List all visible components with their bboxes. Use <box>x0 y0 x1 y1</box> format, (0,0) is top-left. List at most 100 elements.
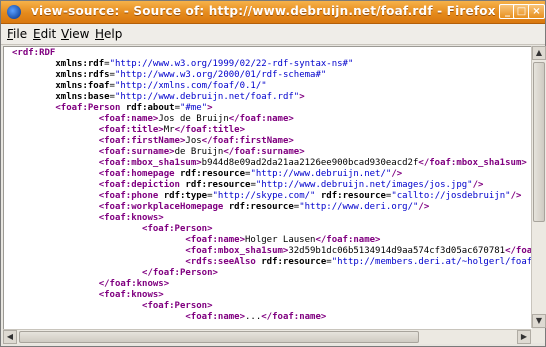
horizontal-scroll-thumb[interactable] <box>19 331 419 343</box>
menu-edit-accesskey: E <box>33 27 41 41</box>
source-token: 32d59b1dc06b5134914d9aa574cf3d05ac670781 <box>288 246 506 256</box>
source-token: rdf:resource <box>228 202 294 212</box>
horizontal-scrollbar[interactable]: ◀ ▶ <box>3 329 531 344</box>
source-token: <foaf:knows> <box>98 213 164 223</box>
source-token <box>12 81 55 91</box>
source-token: "http://www.w3.org/1999/02/22-rdf-syntax… <box>109 59 354 69</box>
source-token: > <box>207 103 213 113</box>
menu-view-accesskey: V <box>61 27 69 41</box>
source-token <box>12 180 99 190</box>
source-token: <foaf:firstName> <box>98 136 186 146</box>
menu-edit-label: dit <box>40 27 57 41</box>
source-line: <foaf:workplaceHomepage rdf:resource="ht… <box>12 202 532 213</box>
source-line: <foaf:depiction rdf:resource="http://www… <box>12 180 532 191</box>
source-line: <foaf:homepage rdf:resource="http://www.… <box>12 169 532 180</box>
scroll-corner <box>531 329 545 343</box>
source-token <box>12 268 142 278</box>
source-token: "http://www.deri.org/" <box>299 202 419 212</box>
source-token <box>12 257 185 267</box>
source-line: <foaf:name>...</foaf:name> <box>12 312 532 323</box>
source-token: Holger Lausen <box>245 235 316 245</box>
source-token: </foaf:mbox_sha1sum> <box>505 246 532 256</box>
source-token <box>12 290 99 300</box>
source-token: "http://members.deri.at/~holgerl/foaf.rd… <box>331 257 532 267</box>
source-line: </foaf:Person> <box>12 268 532 279</box>
source-token: </foaf:name> <box>261 312 327 322</box>
source-token: <foaf:name> <box>185 235 245 245</box>
source-token: b944d8e09ad2da21aa2126ee900bcad930eacd2f <box>201 158 419 168</box>
source-token <box>12 224 142 234</box>
menu-file-label: ile <box>13 27 28 41</box>
source-token <box>12 114 99 124</box>
source-token: xmlns:foaf <box>55 81 110 91</box>
source-token: "http://skype.com/" <box>212 191 316 201</box>
source-token: <rdf:RDF <box>12 48 56 58</box>
source-token <box>12 103 55 113</box>
source-token <box>12 59 55 69</box>
vertical-scrollbar[interactable]: ▲ ▼ <box>531 46 546 328</box>
source-token <box>12 125 99 135</box>
source-token: </foaf:name> <box>228 114 294 124</box>
source-token: <foaf:knows> <box>98 290 164 300</box>
vertical-scroll-thumb[interactable] <box>533 62 545 222</box>
scroll-down-icon[interactable]: ▼ <box>532 314 546 328</box>
source-line: xmlns:rdf="http://www.w3.org/1999/02/22-… <box>12 59 532 70</box>
source-token: </foaf:knows> <box>98 279 170 289</box>
scroll-left-icon[interactable]: ◀ <box>3 330 17 344</box>
source-token <box>12 301 142 311</box>
menu-bar: File Edit View Help <box>1 24 545 45</box>
source-token <box>12 202 99 212</box>
source-view[interactable]: <rdf:RDF xmlns:rdf="http://www.w3.org/19… <box>3 46 532 329</box>
source-token <box>12 70 55 80</box>
source-token: xmlns:rdf <box>55 59 105 69</box>
source-token: <foaf:Person> <box>142 301 213 311</box>
source-token: <foaf:Person> <box>142 224 213 234</box>
menu-view[interactable]: View <box>61 27 89 41</box>
scroll-right-icon[interactable]: ▶ <box>517 330 531 344</box>
source-token: <foaf:title> <box>98 125 164 135</box>
source-token: "http://www.debruijn.net/" <box>250 169 392 179</box>
source-token: /> <box>391 169 403 179</box>
source-token: xmlns:base <box>55 92 110 102</box>
source-line: xmlns:rdfs="http://www.w3.org/2000/01/rd… <box>12 70 532 81</box>
source-token: "http://www.w3.org/2000/01/rdf-schema#" <box>114 70 327 80</box>
source-token <box>12 235 185 245</box>
source-token: <foaf:depiction <box>98 180 186 190</box>
source-token: "#me" <box>180 103 208 113</box>
source-line: <rdf:RDF <box>12 48 532 59</box>
source-line: <foaf:Person> <box>12 224 532 235</box>
source-token: /> <box>510 191 522 201</box>
source-token: rdf:resource <box>179 169 246 179</box>
source-line: <foaf:knows> <box>12 213 532 224</box>
title-bar[interactable]: view-source: - Source of: http://www.deb… <box>1 1 545 24</box>
source-token: rdf:resource <box>261 257 327 267</box>
scroll-up-icon[interactable]: ▲ <box>532 46 546 60</box>
menu-help[interactable]: Help <box>95 27 122 41</box>
source-token: </foaf:mbox_sha1sum> <box>418 158 527 168</box>
menu-view-label: iew <box>68 27 90 41</box>
source-token: </foaf:surname> <box>223 147 305 157</box>
source-token: ... <box>245 312 262 322</box>
source-token: Mr <box>163 125 175 135</box>
source-token: <foaf:homepage <box>98 169 180 179</box>
source-token: <foaf:name> <box>98 114 159 124</box>
source-token: <foaf:name> <box>185 312 245 322</box>
source-token <box>12 191 99 201</box>
source-line: xmlns:foaf="http://xmlns.com/foaf/0.1/" <box>12 81 532 92</box>
menu-edit[interactable]: Edit <box>33 27 56 41</box>
close-button[interactable]: × <box>528 4 545 19</box>
menu-file[interactable]: File <box>7 27 27 41</box>
source-token: de Bruijn <box>174 147 224 157</box>
source-token: xmlns:rdfs <box>55 70 110 80</box>
source-token: rdf:resource <box>185 180 251 190</box>
browser-window: view-source: - Source of: http://www.deb… <box>0 0 546 347</box>
window-title: view-source: - Source of: http://www.deb… <box>31 4 496 18</box>
source-line: <foaf:title>Mr</foaf:title> <box>12 125 532 136</box>
source-code: <rdf:RDF xmlns:rdf="http://www.w3.org/19… <box>4 47 532 323</box>
menu-help-label: elp <box>104 27 123 41</box>
source-token <box>12 147 99 157</box>
source-token: <rdfs:seeAlso <box>185 257 262 267</box>
source-token: rdf:resource <box>320 191 386 201</box>
source-token: </foaf:firstName> <box>201 136 294 146</box>
source-line: <foaf:firstName>Jos</foaf:firstName> <box>12 136 532 147</box>
